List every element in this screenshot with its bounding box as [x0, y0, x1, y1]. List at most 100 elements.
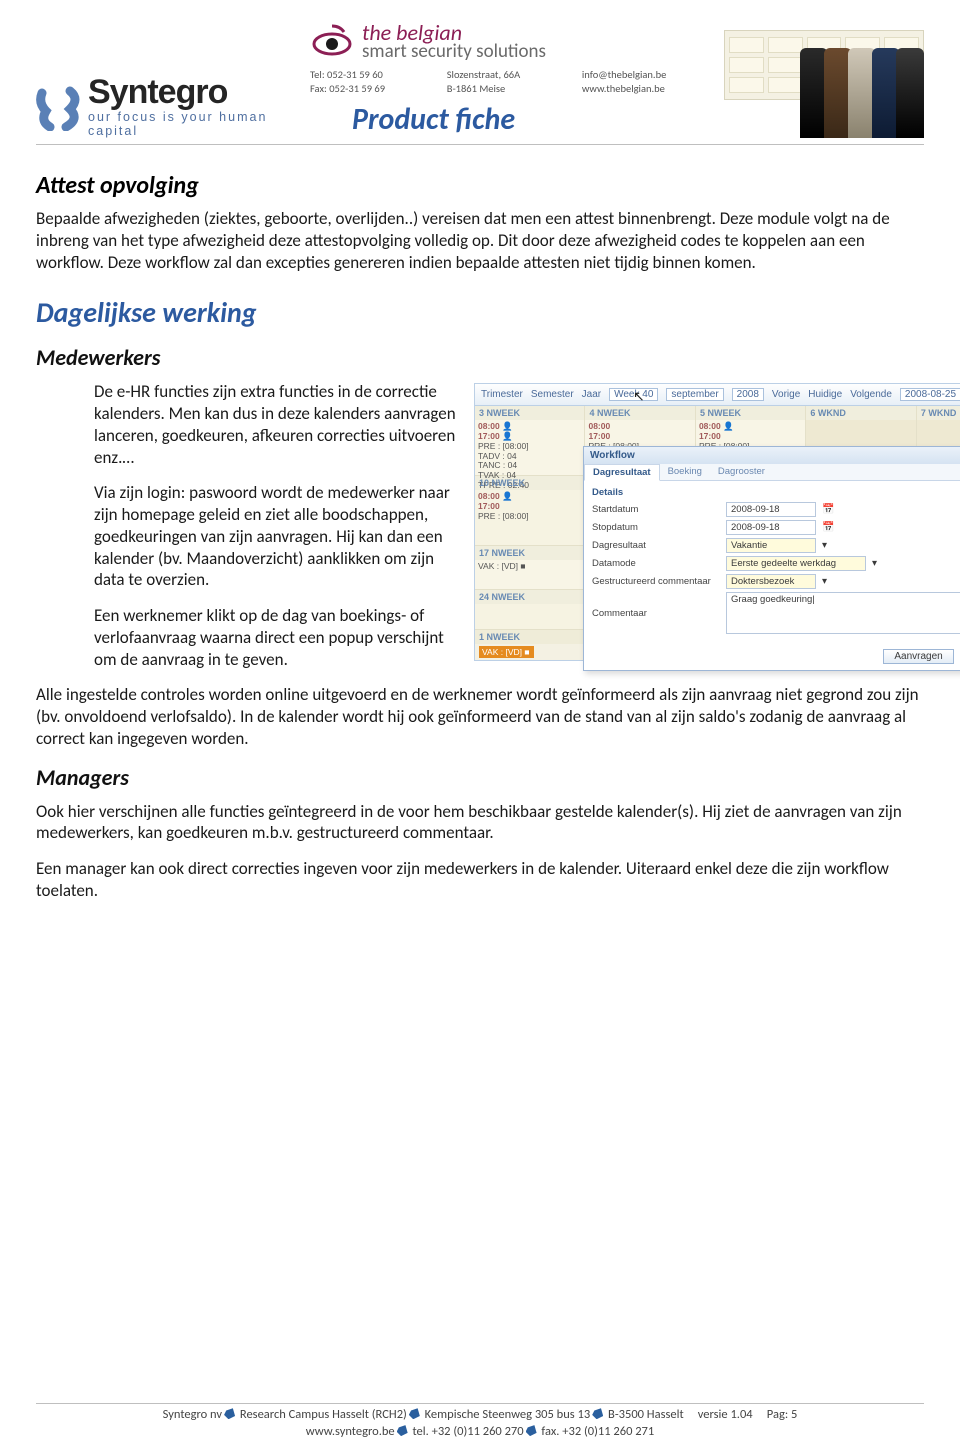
attest-paragraph: Bepaalde afwezigheden (ziektes, geboorte…: [36, 208, 924, 273]
toolbar-month[interactable]: september: [666, 388, 723, 401]
header-illustration: [724, 30, 924, 138]
person-icon: [896, 48, 924, 138]
toolbar-jaar[interactable]: Jaar: [582, 389, 601, 400]
section-attest-opvolging: Attest opvolging: [36, 171, 924, 200]
toolbar-date[interactable]: 2008-08-25: [900, 388, 960, 401]
cell-time: 08:00 👤: [699, 421, 734, 431]
lbl-datamode: Datamode: [592, 558, 720, 569]
belgian-fax: Fax: 052-31 59 69: [310, 82, 431, 95]
medewerkers-p3: Een werknemer klikt op de dag van boekin…: [94, 605, 464, 670]
col-4nweek: 4 NWEEK: [585, 406, 695, 420]
footer-fax: fax. +32 (0)11 260 271: [541, 1424, 654, 1439]
vak-badge: VAK : [VD] ■: [479, 646, 534, 658]
footer-tel: tel. +32 (0)11 260 270: [412, 1424, 523, 1439]
syntegro-logo-block: Syntegro our focus is your human capital: [36, 77, 286, 138]
section-dagelijkse-werking: Dagelijkse werking: [36, 295, 924, 330]
page-header: Syntegro our focus is your human capital…: [36, 20, 924, 145]
toolbar-current[interactable]: Huidige: [808, 389, 842, 400]
page-footer: Syntegro nv Research Campus Hasselt (RCH…: [36, 1403, 924, 1441]
col-24nweek: 24 NWEEK: [475, 590, 585, 604]
syntegro-tagline: our focus is your human capital: [88, 110, 286, 138]
belgian-email: info@thebelgian.be: [582, 68, 712, 81]
val-startdatum[interactable]: 2008-09-18: [726, 502, 816, 517]
day-cell[interactable]: 08:00 👤 17:00 PRE : [08:00]: [475, 490, 585, 546]
val-stopdatum[interactable]: 2008-09-18: [726, 520, 816, 535]
tab-dagrooster[interactable]: Dagrooster: [710, 464, 773, 480]
belgian-line2: smart security solutions: [362, 42, 546, 61]
cube-icon: [592, 1408, 603, 1419]
belgian-web: www.thebelgian.be: [582, 82, 712, 95]
product-fiche-title: Product fiche: [352, 101, 712, 138]
cube-icon: [224, 1408, 235, 1419]
footer-campus: Research Campus Hasselt (RCH2): [240, 1407, 407, 1422]
app-grid: ↖ 3 NWEEK 4 NWEEK 5 NWEEK 6 WKND 7 WKND …: [475, 406, 960, 630]
toolbar-semester[interactable]: Semester: [531, 389, 574, 400]
lbl-gestructureerd-commentaar: Gestructureerd commentaar: [592, 576, 720, 587]
cube-icon: [397, 1425, 408, 1436]
belgian-street: Slozenstraat, 66A: [447, 68, 566, 81]
cell-time: 08:00: [588, 421, 610, 431]
aanvragen-button[interactable]: Aanvragen: [883, 649, 953, 664]
cell-time: 08:00 👤: [478, 421, 513, 431]
footer-version: versie 1.04: [698, 1407, 753, 1422]
footer-street: Kempische Steenweg 305 bus 13: [425, 1407, 591, 1422]
belgian-eye-icon: [310, 20, 354, 64]
dialog-section: Details: [592, 487, 960, 498]
col-10nweek: 10 NWEEK: [475, 476, 585, 490]
foot-1nweek: 1 NWEEK: [475, 630, 585, 644]
col-7wknd: 7 WKND: [917, 406, 960, 420]
col-17nweek: 17 NWEEK: [475, 546, 585, 560]
cell-time: 17:00: [699, 431, 721, 441]
cell-line: PRE : [08:00]: [478, 441, 529, 451]
belgian-block: the belgian smart security solutions Tel…: [298, 20, 712, 138]
syntegro-name: Syntegro: [88, 77, 286, 108]
chevron-down-icon[interactable]: ▾: [872, 558, 877, 569]
footer-page: Pag: 5: [767, 1407, 798, 1422]
syntegro-mark-icon: [36, 85, 82, 131]
dialog-title: Workflow: [590, 450, 635, 461]
footer-company: Syntegro nv: [163, 1407, 222, 1422]
col-6wknd: 6 WKND: [806, 406, 916, 420]
cell-time: 17:00: [588, 431, 610, 441]
col-3nweek: 3 NWEEK: [475, 406, 585, 420]
cube-icon: [526, 1425, 537, 1436]
belgian-city: B-1861 Meise: [447, 82, 566, 95]
val-dagresultaat[interactable]: Vakantie: [726, 538, 816, 553]
lbl-stopdatum: Stopdatum: [592, 522, 720, 533]
section-managers: Managers: [36, 764, 924, 791]
cell-line: VAK : [VD] ■: [478, 561, 526, 571]
cell-line: PRE : [08:00]: [478, 511, 529, 521]
lbl-commentaar: Commentaar: [592, 608, 720, 619]
val-datamode[interactable]: Eerste gedeelte werkdag: [726, 556, 866, 571]
cell-line: TADV : 04: [478, 451, 517, 461]
medewerkers-p4: Alle ingestelde controles worden online …: [36, 684, 924, 749]
cell-time: 17:00: [478, 501, 500, 511]
cell-time: 17:00 👤: [478, 431, 513, 441]
toolbar-trimester[interactable]: Trimester: [481, 389, 523, 400]
chevron-down-icon[interactable]: ▾: [822, 576, 827, 587]
toolbar-year[interactable]: 2008: [732, 388, 764, 401]
day-cell[interactable]: 08:00 👤 17:00 👤 PRE : [08:00] TADV : 04 …: [475, 420, 585, 476]
chevron-down-icon[interactable]: ▾: [822, 540, 827, 551]
toolbar-next[interactable]: Volgende: [850, 389, 892, 400]
toolbar-prev[interactable]: Vorige: [772, 389, 800, 400]
day-cell[interactable]: VAK : [VD] ■: [475, 560, 585, 590]
val-commentaar[interactable]: Graag goedkeuring|: [726, 592, 960, 634]
calendar-app-screenshot: Trimester Semester Jaar Week 40 septembe…: [474, 383, 960, 661]
managers-p2: Een manager kan ook direct correcties in…: [36, 858, 924, 902]
col-5nweek: 5 NWEEK: [696, 406, 806, 420]
app-toolbar: Trimester Semester Jaar Week 40 septembe…: [475, 384, 960, 406]
lbl-startdatum: Startdatum: [592, 504, 720, 515]
calendar-icon[interactable]: 📅: [822, 504, 834, 515]
cube-icon: [409, 1408, 420, 1419]
calendar-icon[interactable]: 📅: [822, 522, 834, 533]
managers-p1: Ook hier verschijnen alle functies geïnt…: [36, 801, 924, 845]
val-gestructureerd-commentaar[interactable]: Doktersbezoek: [726, 574, 816, 589]
cursor-icon: ↖: [633, 388, 645, 405]
belgian-tel: Tel: 052-31 59 60: [310, 68, 431, 81]
cell-time: 08:00 👤: [478, 491, 513, 501]
lbl-dagresultaat: Dagresultaat: [592, 540, 720, 551]
tab-dagresultaat[interactable]: Dagresultaat: [584, 464, 660, 481]
footer-city: B-3500 Hasselt: [608, 1407, 684, 1422]
tab-boeking[interactable]: Boeking: [660, 464, 710, 480]
